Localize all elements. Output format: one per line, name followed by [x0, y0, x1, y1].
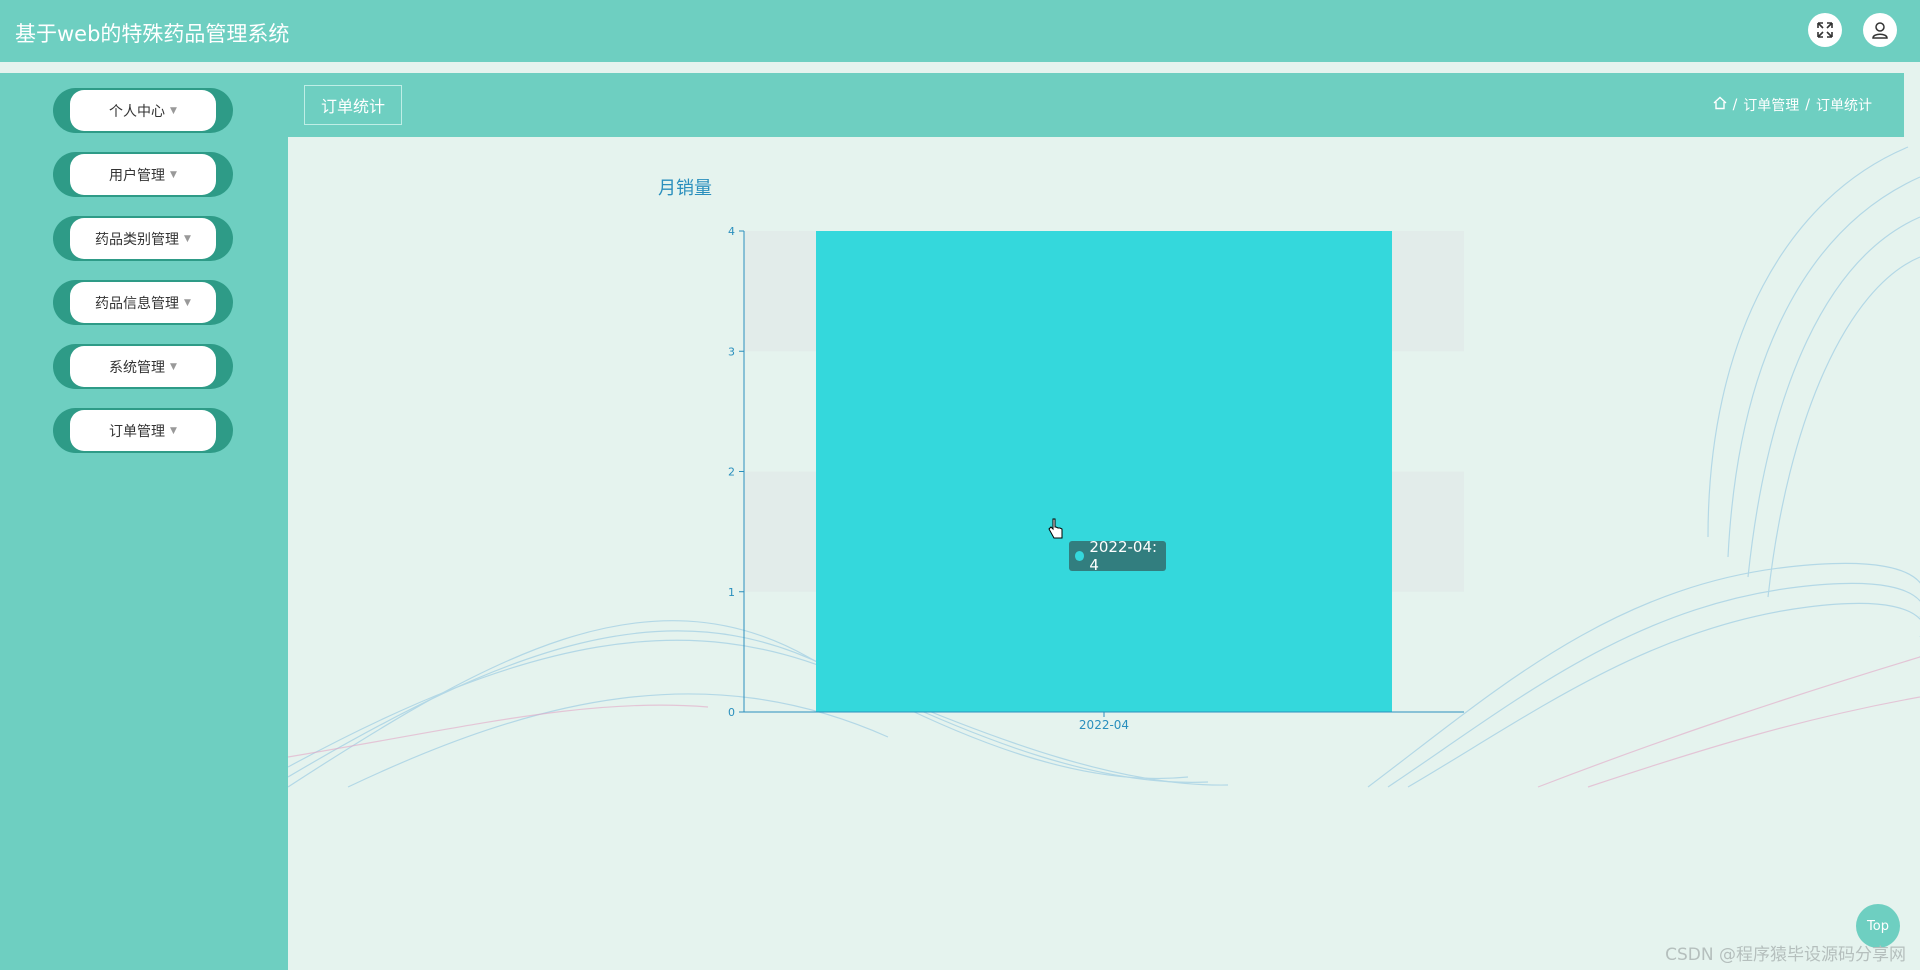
x-tick-label: 2022-04 — [1079, 718, 1129, 732]
y-tick-label: 4 — [728, 225, 735, 238]
y-tick-label: 1 — [728, 586, 735, 599]
tooltip-text: 2022-04: 4 — [1089, 538, 1158, 574]
y-tick-label: 2 — [728, 466, 735, 479]
chart-tooltip: 2022-04: 4 — [1069, 538, 1166, 574]
watermark: CSDN @程序猿毕设源码分享网 — [1665, 945, 1906, 965]
y-tick-label: 3 — [728, 345, 735, 358]
series-dot-icon — [1075, 551, 1085, 561]
bar-chart: 0 1 2 3 4 2022-04 — [728, 225, 1464, 732]
bar — [816, 231, 1392, 712]
hand-cursor-icon — [1048, 518, 1064, 544]
y-tick-label: 0 — [728, 706, 735, 719]
